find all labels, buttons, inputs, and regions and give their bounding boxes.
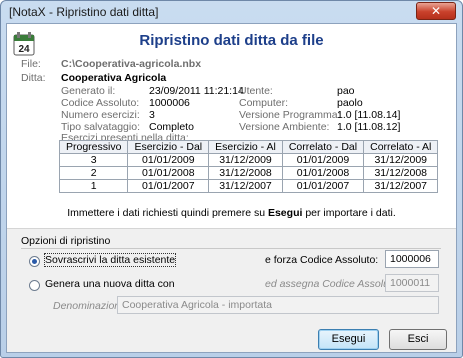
force-code-input[interactable]: 1000006 [385, 250, 439, 268]
window-title: [NotaX - Ripristino dati ditta] [9, 5, 159, 19]
note-action: Esegui [267, 207, 303, 219]
column-header: Esercizio - Al [208, 140, 283, 154]
table-cell: 31/12/2007 [363, 179, 439, 193]
table-row[interactable]: 1 01/01/2007 31/12/2007 01/01/2007 31/12… [58, 179, 439, 193]
dialog-window: [NotaX - Ripristino dati ditta] ✕ 24 Rip… [0, 0, 463, 358]
esci-button[interactable]: Esci [389, 329, 447, 350]
utente-value: pao [337, 85, 355, 97]
table-cell: 01/01/2009 [127, 153, 210, 167]
column-header: Correlato - Dal [281, 140, 365, 154]
computer-label: Computer: [239, 97, 289, 109]
table-cell: 01/01/2007 [281, 179, 365, 193]
title-bar: [NotaX - Ripristino dati ditta] ✕ [1, 1, 462, 23]
table-cell: 31/12/2007 [208, 179, 283, 193]
table-cell: 31/12/2009 [363, 153, 439, 167]
force-code-label: e forza Codice Assoluto: [265, 254, 379, 266]
table-cell: 01/01/2009 [281, 153, 365, 167]
table-cell: 31/12/2008 [363, 166, 439, 180]
table-cell: 2 [58, 166, 129, 180]
table-cell: 01/01/2007 [127, 179, 210, 193]
close-button[interactable]: ✕ [416, 2, 456, 20]
assign-code-input[interactable]: 1000011 [385, 274, 439, 292]
table-row[interactable]: 3 01/01/2009 31/12/2009 01/01/2009 31/12… [58, 153, 439, 167]
versione-programma-label: Versione Programma: [239, 109, 341, 121]
new-ditta-radio[interactable] [29, 280, 40, 291]
esercizi-table: Progressivo Esercizio - Dal Esercizio - … [58, 140, 439, 193]
codice-label: Codice Assoluto: [61, 97, 140, 109]
utente-label: Utente: [239, 85, 273, 97]
overwrite-radio[interactable] [29, 256, 40, 267]
computer-value: paolo [337, 97, 363, 109]
column-header: Progressivo [58, 140, 129, 154]
new-ditta-label[interactable]: Genera una nuova ditta con [45, 278, 175, 290]
generato-label: Generato il: [61, 85, 116, 97]
versione-ambiente-label: Versione Ambiente: [239, 121, 330, 133]
denominazione-input[interactable]: Cooperativa Agricola - importata [117, 296, 439, 314]
file-label: File: [21, 58, 41, 70]
generato-value: 23/09/2011 11:21:14 [149, 85, 244, 97]
overwrite-label[interactable]: Sovrascrivi la ditta esistente [43, 253, 177, 267]
note-suffix: per importare i dati. [302, 207, 396, 219]
table-cell: 01/01/2008 [281, 166, 365, 180]
table-cell: 31/12/2009 [208, 153, 283, 167]
info-panel: 24 Ripristino dati ditta da file File: C… [7, 24, 456, 229]
table-header-row: Progressivo Esercizio - Dal Esercizio - … [58, 140, 439, 154]
table-cell: 31/12/2008 [208, 166, 283, 180]
versione-programma-value: 1.0 [11.08.14] [337, 109, 401, 121]
options-divider [21, 248, 441, 249]
dialog-client-area: 24 Ripristino dati ditta da file File: C… [6, 23, 457, 353]
esegui-button[interactable]: Esegui [318, 329, 379, 350]
options-title: Opzioni di ripristino [21, 235, 111, 247]
codice-value: 1000006 [149, 97, 190, 109]
column-header: Esercizio - Dal [127, 140, 210, 154]
table-cell: 1 [58, 179, 129, 193]
ditta-value: Cooperativa Agricola [61, 72, 167, 84]
table-cell: 3 [58, 153, 129, 167]
page-title: Ripristino dati ditta da file [139, 32, 324, 49]
column-header: Correlato - Al [363, 140, 439, 154]
numero-esercizi-value: 3 [149, 109, 155, 121]
versione-ambiente-value: 1.0 [11.08.12] [337, 121, 401, 133]
instruction-note: Immettere i dati richiesti quindi premer… [7, 207, 456, 219]
ditta-label: Ditta: [21, 72, 46, 84]
table-cell: 01/01/2008 [127, 166, 210, 180]
numero-esercizi-label: Numero esercizi: [61, 109, 140, 121]
assign-code-label: ed assegna Codice Assoluto: [265, 278, 401, 290]
table-row[interactable]: 2 01/01/2008 31/12/2008 01/01/2008 31/12… [58, 166, 439, 180]
note-prefix: Immettere i dati richiesti quindi premer… [67, 207, 268, 219]
file-path-value: C:\Cooperativa-agricola.nbx [61, 58, 202, 70]
